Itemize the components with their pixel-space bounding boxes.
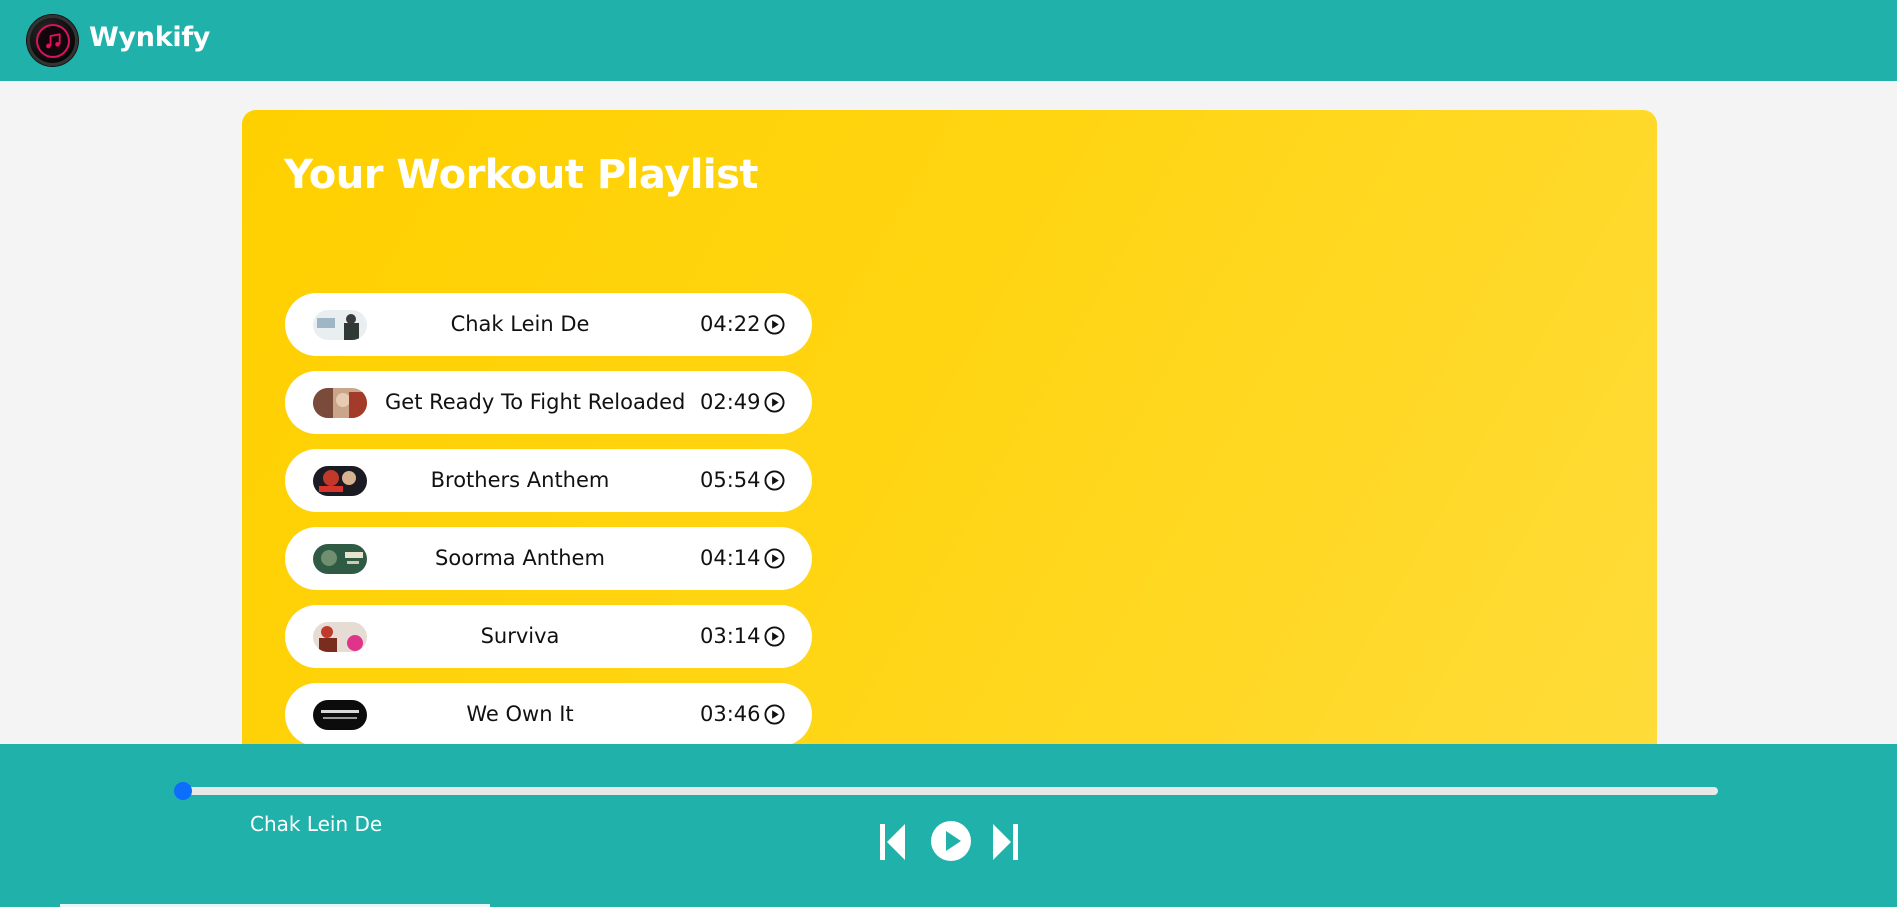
song-duration: 02:49: [700, 390, 761, 414]
song-row[interactable]: Soorma Anthem 04:14: [285, 527, 812, 590]
song-title: Soorma Anthem: [435, 546, 605, 570]
play-circle-icon[interactable]: [764, 470, 785, 491]
song-duration: 05:54: [700, 468, 761, 492]
skip-previous-icon[interactable]: [878, 822, 908, 862]
play-circle-icon[interactable]: [764, 314, 785, 335]
now-playing-title: Chak Lein De: [250, 812, 383, 836]
progress-slider[interactable]: [174, 782, 1718, 800]
song-thumbnail: [313, 544, 367, 574]
play-circle-icon[interactable]: [764, 626, 785, 647]
song-thumbnail: [313, 388, 367, 418]
play-circle-icon[interactable]: [764, 548, 785, 569]
playlist-title: Your Workout Playlist: [284, 152, 759, 198]
progress-thumb[interactable]: [174, 782, 192, 800]
player-controls: [878, 819, 1024, 866]
play-icon[interactable]: [929, 819, 973, 863]
app-logo[interactable]: [27, 15, 78, 66]
song-row[interactable]: We Own It 03:46: [285, 683, 812, 746]
song-row[interactable]: Surviva 03:14: [285, 605, 812, 668]
navbar: Wynkify: [0, 0, 1897, 81]
song-thumbnail: [313, 700, 367, 730]
song-duration: 03:14: [700, 624, 761, 648]
song-duration: 04:22: [700, 312, 761, 336]
song-row[interactable]: Brothers Anthem 05:54: [285, 449, 812, 512]
play-circle-icon[interactable]: [764, 392, 785, 413]
song-duration: 04:14: [700, 546, 761, 570]
song-thumbnail: [313, 310, 367, 340]
song-title: Surviva: [480, 624, 560, 648]
song-thumbnail: [313, 622, 367, 652]
song-title: We Own It: [466, 702, 574, 726]
song-title: Brothers Anthem: [430, 468, 610, 492]
song-title: Get Ready To Fight Reloaded: [385, 390, 686, 414]
song-title: Chak Lein De: [450, 312, 590, 336]
song-row[interactable]: Chak Lein De 04:22: [285, 293, 812, 356]
song-thumbnail: [313, 466, 367, 496]
song-duration: 03:46: [700, 702, 761, 726]
song-list: Chak Lein De 04:22 Get Ready To Fight Re…: [285, 293, 812, 761]
brand-name[interactable]: Wynkify: [89, 22, 210, 53]
play-circle-icon[interactable]: [764, 704, 785, 725]
skip-next-icon[interactable]: [990, 822, 1020, 862]
music-note-icon: [35, 23, 70, 58]
song-row[interactable]: Get Ready To Fight Reloaded 02:49: [285, 371, 812, 434]
